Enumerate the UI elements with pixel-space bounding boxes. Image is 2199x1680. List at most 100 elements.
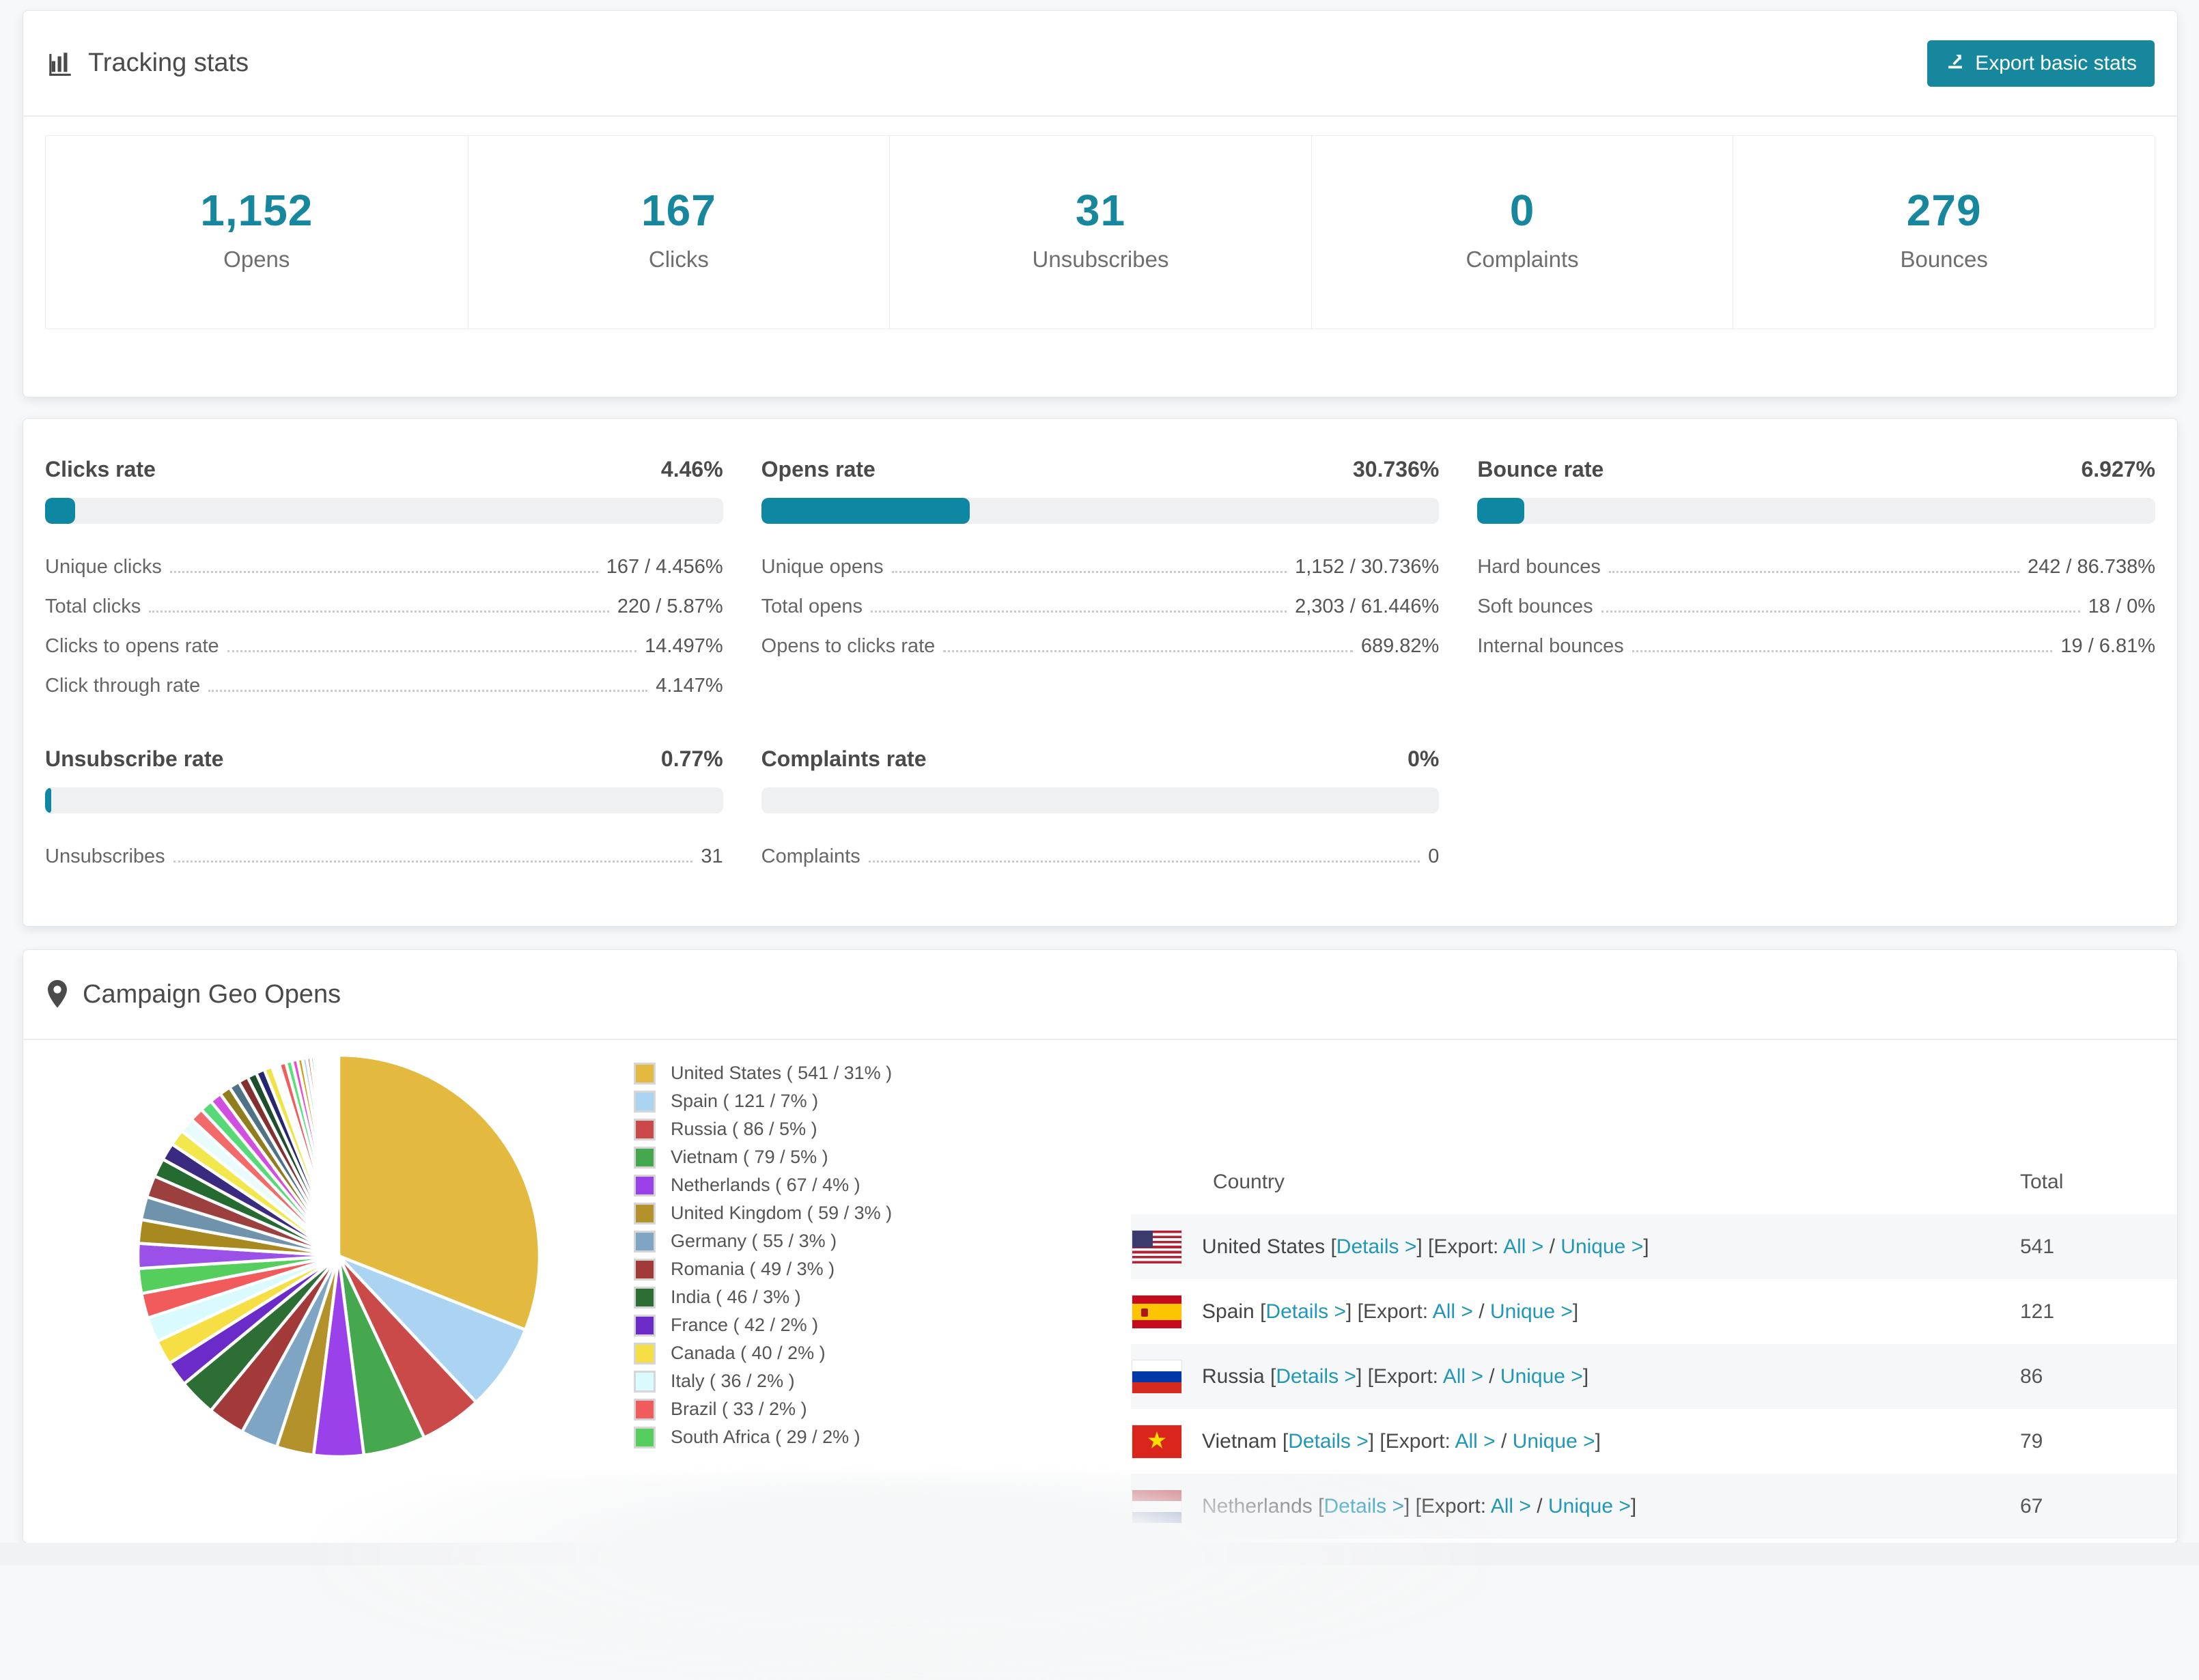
rate-progress-bar [45, 498, 723, 524]
legend-label: Canada ( 40 / 2% ) [671, 1343, 826, 1363]
export-unique-link[interactable]: Unique > [1560, 1235, 1643, 1258]
geo-table-row-nl: Netherlands [Details >] [Export: All > /… [1131, 1474, 2177, 1539]
rate-stat-label: Total clicks [45, 596, 141, 617]
rate-section-value: 4.46% [660, 457, 723, 481]
details-link[interactable]: Details > [1265, 1300, 1346, 1323]
total-cell: 67 [2020, 1494, 2043, 1517]
export-all-link[interactable]: All > [1433, 1300, 1473, 1323]
geo-table-row-es: Spain [Details >] [Export: All > / Uniqu… [1131, 1279, 2177, 1344]
rate-stat-row: Complaints 0 [761, 832, 1440, 872]
legend-swatch [634, 1230, 656, 1252]
rate-section-value: 30.736% [1353, 457, 1440, 481]
export-unique-link[interactable]: Unique > [1500, 1365, 1583, 1388]
us-flag-icon [1132, 1230, 1181, 1263]
rate-stat-value: 220 / 5.87% [617, 596, 723, 617]
rate-stat-label: Click through rate [45, 675, 201, 697]
legend-item: United Kingdom ( 59 / 3% ) [634, 1199, 1016, 1227]
legend-swatch [634, 1146, 656, 1168]
details-link[interactable]: Details > [1288, 1430, 1369, 1453]
rate-stat-value: 0 [1428, 845, 1440, 867]
country-cell-text: United States [Details >] [Export: All >… [1202, 1235, 1649, 1258]
rate-stat-row: Clicks to opens rate 14.497% [45, 622, 723, 662]
rate-section-value: 0.77% [660, 746, 723, 771]
stat-value: 0 [1509, 186, 1535, 235]
export-all-link[interactable]: All > [1443, 1365, 1483, 1388]
campaign-geo-opens-card: Campaign Geo Opens United States ( 541 /… [23, 949, 2178, 1543]
rate-stat-value: 1,152 / 30.736% [1295, 556, 1440, 578]
rate-stat-row: Total opens 2,303 / 61.446% [761, 583, 1440, 622]
rate-stat-row: Unique clicks 167 / 4.456% [45, 543, 723, 583]
rate-progress-fill [1477, 498, 1525, 524]
details-link[interactable]: Details > [1336, 1235, 1417, 1258]
legend-item: Vietnam ( 79 / 5% ) [634, 1143, 1016, 1171]
export-unique-link[interactable]: Unique > [1490, 1300, 1573, 1323]
country-name: Netherlands [1202, 1494, 1319, 1517]
legend-label: South Africa ( 29 / 2% ) [671, 1427, 860, 1447]
rate-progress-fill [45, 498, 76, 524]
details-link[interactable]: Details > [1276, 1365, 1356, 1388]
legend-label: Spain ( 121 / 7% ) [671, 1091, 819, 1111]
rate-section-bounce-rate: Bounce rate 6.927% Hard bounces 242 / 86.73… [1477, 457, 2155, 701]
legend-swatch [634, 1370, 656, 1392]
legend-swatch [634, 1090, 656, 1112]
rate-progress-bar [761, 787, 1440, 813]
legend-item: United States ( 541 / 31% ) [634, 1059, 1016, 1087]
geo-opens-header: Campaign Geo Opens [23, 950, 2177, 1040]
geo-table-row-us: United States [Details >] [Export: All >… [1131, 1214, 2177, 1279]
geo-opens-pie-chart [134, 1051, 544, 1461]
legend-swatch [634, 1118, 656, 1140]
bar-chart-icon [46, 49, 74, 78]
nl-flag-icon [1132, 1489, 1181, 1523]
export-all-link[interactable]: All > [1491, 1495, 1531, 1517]
stat-label: Unsubscribes [1032, 247, 1169, 272]
export-unique-link[interactable]: Unique > [1548, 1495, 1631, 1517]
tracking-stats-card: Tracking stats Export basic stats 1,152 O… [23, 10, 2178, 397]
stat-label: Bounces [1900, 247, 1988, 272]
rate-stat-row: Unique opens 1,152 / 30.736% [761, 543, 1440, 583]
country-cell-text: Netherlands [Details >] [Export: All > /… [1202, 1494, 1637, 1517]
rate-stat-value: 167 / 4.456% [606, 556, 723, 578]
dotted-leader [1601, 611, 2080, 613]
rate-stat-label: Opens to clicks rate [761, 635, 936, 657]
dotted-leader [208, 690, 648, 692]
rate-stat-value: 689.82% [1360, 635, 1440, 657]
legend-item: Italy ( 36 / 2% ) [634, 1367, 1016, 1395]
rate-stat-label: Soft bounces [1477, 596, 1593, 617]
export-all-link[interactable]: All > [1503, 1235, 1543, 1258]
page-title: Tracking stats [88, 48, 249, 77]
stat-value: 279 [1906, 186, 1982, 235]
legend-item: France ( 42 / 2% ) [634, 1311, 1016, 1339]
dotted-leader [169, 571, 598, 573]
stat-label: Complaints [1466, 247, 1579, 272]
geo-opens-table: Country Total United States [Details >] [E… [1131, 1149, 2177, 1543]
legend-label: Brazil ( 33 / 2% ) [671, 1399, 807, 1419]
stat-label: Opens [223, 247, 290, 272]
geo-opens-title: Campaign Geo Opens [46, 980, 341, 1009]
export-all-link[interactable]: All > [1455, 1430, 1496, 1453]
rate-stat-row: Total clicks 220 / 5.87% [45, 583, 723, 622]
rate-stat-label: Hard bounces [1477, 556, 1601, 578]
rate-section-unsubscribe-rate: Unsubscribe rate 0.77% Unsubscribes 31 [45, 746, 723, 872]
dotted-leader [173, 860, 693, 863]
country-cell-text: Spain [Details >] [Export: All > / Uniqu… [1202, 1300, 1579, 1323]
legend-swatch [634, 1314, 656, 1336]
rate-stat-row: Unsubscribes 31 [45, 832, 723, 872]
map-pin-icon [46, 980, 69, 1009]
legend-swatch [634, 1398, 656, 1420]
rate-stat-label: Complaints [761, 845, 860, 867]
rate-stat-label: Unique opens [761, 556, 884, 578]
legend-label: India ( 46 / 3% ) [671, 1287, 801, 1307]
legend-label: Romania ( 49 / 3% ) [671, 1259, 835, 1279]
rate-section-title: Unsubscribe rate [45, 746, 224, 771]
export-unique-link[interactable]: Unique > [1513, 1430, 1595, 1453]
legend-label: Italy ( 36 / 2% ) [671, 1371, 795, 1391]
country-cell-text: Vietnam [Details >] [Export: All > / Uni… [1202, 1429, 1601, 1453]
rate-stat-row: Internal bounces 19 / 6.81% [1477, 622, 2155, 662]
details-link[interactable]: Details > [1323, 1495, 1404, 1517]
rate-stat-row: Hard bounces 242 / 86.738% [1477, 543, 2155, 583]
export-basic-stats-button[interactable]: Export basic stats [1927, 40, 2155, 87]
stat-label: Clicks [648, 247, 709, 272]
column-header-total: Total [2020, 1170, 2064, 1193]
dotted-leader [1608, 571, 2019, 573]
dotted-leader [149, 611, 609, 613]
